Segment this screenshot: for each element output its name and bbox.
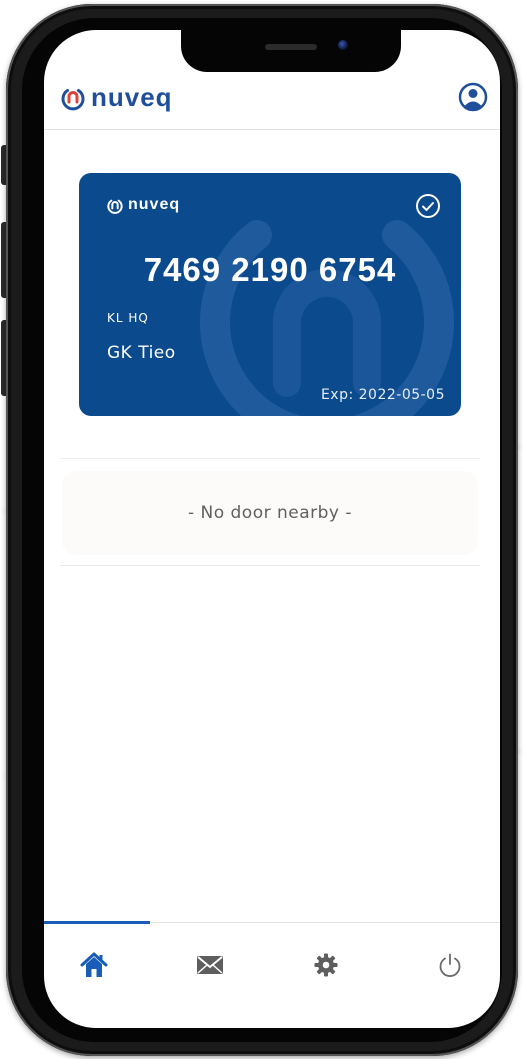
card-expiry: Exp: 2022-05-05	[320, 387, 445, 403]
logo-text: nuveq	[91, 82, 173, 112]
brand-logo: nuveq	[58, 82, 173, 112]
card-number: 7469 2190 6754	[143, 251, 397, 288]
app-screen: nuveq nuveq 7469 2190 6754 KL HQ GK Tieo…	[44, 30, 500, 1028]
phone-notch	[181, 30, 401, 72]
card-site: KL HQ	[107, 311, 149, 325]
speaker-grille	[265, 44, 317, 50]
nav-settings-button[interactable]	[308, 947, 344, 983]
power-icon	[439, 953, 461, 977]
user-circle-icon	[458, 82, 488, 112]
door-status-section: - No door nearby -	[60, 458, 480, 566]
nav-home-button[interactable]	[76, 947, 112, 983]
app-header: nuveq	[44, 80, 500, 130]
card-holder-name: GK Tieo	[107, 343, 176, 363]
card-logo-text: nuveq	[128, 196, 181, 213]
home-icon	[80, 952, 108, 977]
nav-messages-button[interactable]	[192, 947, 228, 983]
power-logo-icon	[61, 89, 85, 111]
access-card[interactable]: nuveq 7469 2190 6754 KL HQ GK Tieo Exp: …	[79, 173, 461, 416]
envelope-icon	[197, 956, 223, 974]
door-status-panel: - No door nearby -	[62, 471, 478, 555]
nav-logout-button[interactable]	[432, 947, 468, 983]
power-logo-icon	[107, 199, 123, 214]
nav-active-indicator	[44, 921, 150, 924]
check-circle-icon	[416, 194, 440, 218]
bottom-nav	[44, 921, 500, 1002]
profile-button[interactable]	[458, 82, 488, 112]
camera-icon	[338, 40, 348, 50]
card-logo: nuveq	[105, 195, 180, 215]
door-status-text: - No door nearby -	[187, 503, 353, 523]
gear-icon	[314, 953, 338, 977]
